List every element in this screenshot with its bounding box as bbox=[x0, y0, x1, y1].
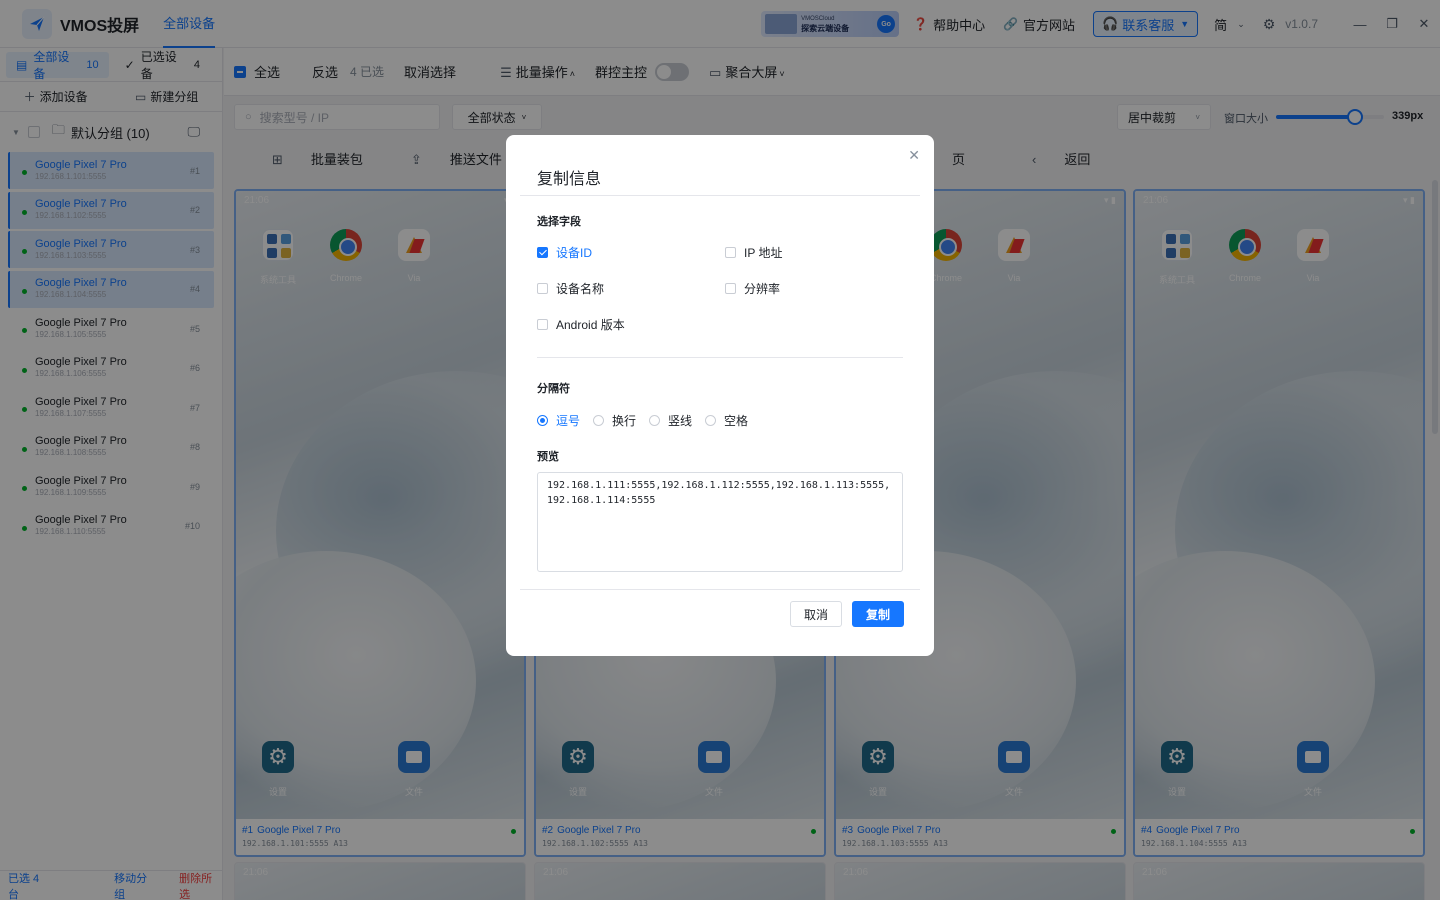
fields-section-label: 选择字段 bbox=[537, 216, 581, 228]
field-device-name-checkbox[interactable]: 设备名称 bbox=[537, 280, 604, 297]
checkbox[interactable] bbox=[725, 283, 736, 294]
copy-button[interactable]: 复制 bbox=[852, 601, 904, 627]
field-device-name-label: 设备名称 bbox=[556, 282, 605, 296]
radio[interactable] bbox=[593, 415, 604, 426]
close-icon[interactable]: ✕ bbox=[908, 147, 920, 164]
field-ip-label: IP 地址 bbox=[744, 246, 783, 260]
checkbox[interactable] bbox=[537, 319, 548, 330]
copy-info-dialog: ✕ 复制信息 选择字段 设备ID IP 地址 设备名称 分辨率 Android … bbox=[506, 135, 934, 656]
field-device-id-label: 设备ID bbox=[556, 246, 593, 260]
field-android-checkbox[interactable]: Android 版本 bbox=[537, 316, 625, 333]
separator-section-label: 分隔符 bbox=[537, 383, 570, 395]
separator-space-radio[interactable]: 空格 bbox=[705, 412, 748, 429]
preview-textarea[interactable]: 192.168.1.111:5555,192.168.1.112:5555,19… bbox=[537, 472, 903, 572]
field-device-id-checkbox[interactable]: 设备ID bbox=[537, 244, 592, 261]
radio-selected[interactable] bbox=[537, 415, 548, 426]
field-ip-checkbox[interactable]: IP 地址 bbox=[725, 244, 782, 261]
checkbox[interactable] bbox=[537, 283, 548, 294]
radio[interactable] bbox=[705, 415, 716, 426]
separator-comma-radio[interactable]: 逗号 bbox=[537, 412, 580, 429]
checkbox[interactable] bbox=[725, 247, 736, 258]
section-divider bbox=[537, 357, 903, 358]
dialog-title: 复制信息 bbox=[537, 171, 602, 188]
separator-pipe-radio[interactable]: 竖线 bbox=[649, 412, 692, 429]
field-android-label: Android 版本 bbox=[556, 318, 625, 332]
field-resolution-checkbox[interactable]: 分辨率 bbox=[725, 280, 780, 297]
separator-pipe-label: 竖线 bbox=[668, 414, 693, 428]
preview-section-label: 预览 bbox=[537, 451, 559, 463]
cancel-button[interactable]: 取消 bbox=[790, 601, 842, 627]
checkbox-checked[interactable] bbox=[537, 247, 548, 258]
separator-newline-radio[interactable]: 换行 bbox=[593, 412, 636, 429]
separator-newline-label: 换行 bbox=[612, 414, 637, 428]
field-resolution-label: 分辨率 bbox=[744, 282, 781, 296]
radio[interactable] bbox=[649, 415, 660, 426]
dialog-footer-divider bbox=[520, 589, 920, 590]
separator-comma-label: 逗号 bbox=[556, 414, 581, 428]
separator-space-label: 空格 bbox=[724, 414, 749, 428]
dialog-divider bbox=[520, 195, 920, 196]
